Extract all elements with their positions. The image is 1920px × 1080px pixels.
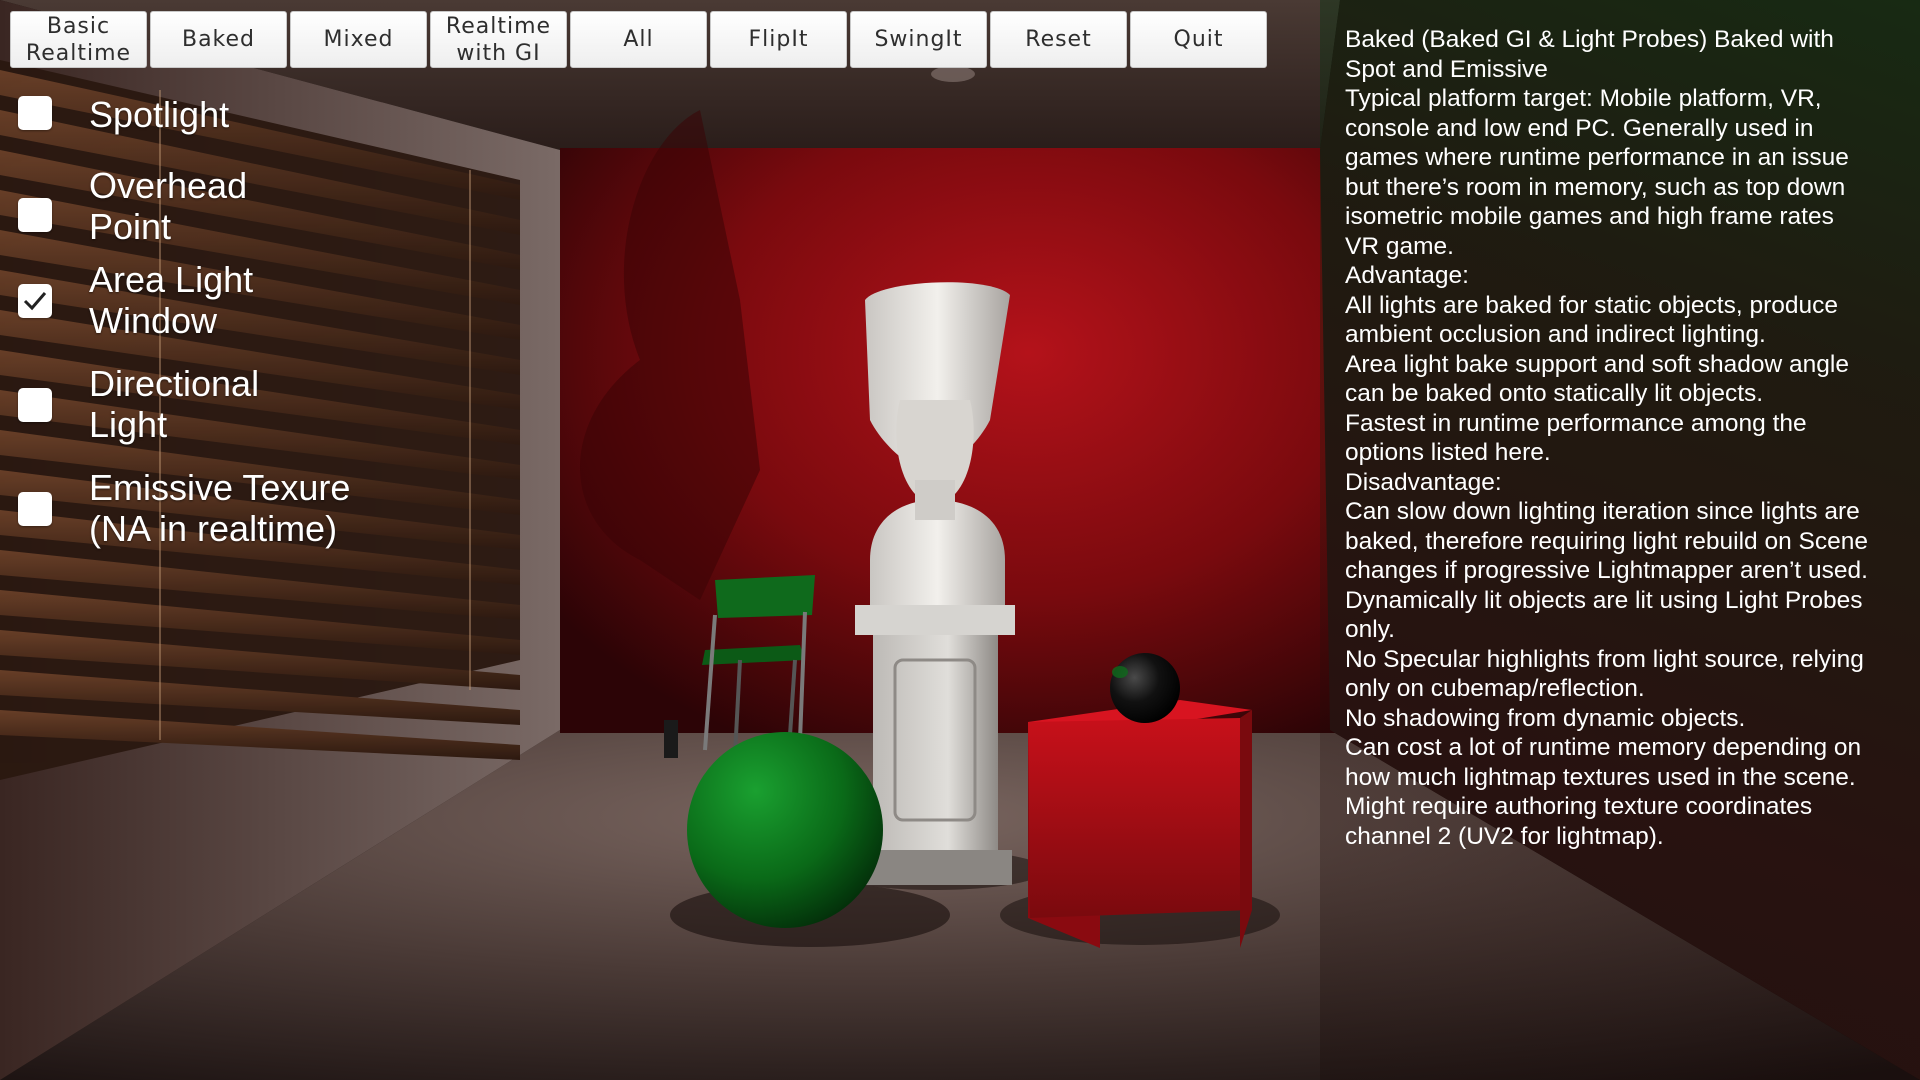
description-line: Advantage: [1345, 262, 1469, 289]
description-line: ambient occlusion and indirect lighting. [1345, 321, 1766, 348]
description-line: Disadvantage: [1345, 468, 1502, 496]
toggle-directional-light[interactable]: Directional Light [18, 363, 378, 445]
area-light-window-checkbox[interactable] [18, 284, 52, 318]
description-line: Might require authoring texture coordina… [1345, 793, 1813, 820]
overhead-point-checkbox[interactable] [18, 198, 52, 232]
mixed-button[interactable]: Mixed [290, 11, 427, 68]
description-line: Fastest in runtime performance among the [1345, 409, 1807, 437]
spotlight-label: Spotlight [89, 94, 230, 135]
baked-button[interactable]: Baked [150, 11, 287, 68]
description-line: Typical platform target: Mobile platform… [1345, 85, 1822, 112]
description-line: VR game. [1345, 232, 1454, 260]
lighting-description: Baked (Baked GI & Light Probes) Baked wi… [1345, 25, 1910, 851]
description-line: Spot and Emissive [1345, 55, 1548, 83]
description-line: All lights are baked for static objects,… [1345, 291, 1838, 319]
area-light-window-label: Area Light Window [89, 259, 254, 341]
red-cube [1028, 700, 1252, 948]
description-line: Area light bake support and soft shadow … [1345, 350, 1849, 378]
lighting-mode-toolbar: Basic Realtime Baked Mixed Realtime with… [10, 11, 1267, 68]
basic-realtime-button[interactable]: Basic Realtime [10, 11, 147, 68]
description-line: Can cost a lot of runtime memory dependi… [1345, 734, 1862, 761]
description-line: how much lightmap textures used in the s… [1345, 763, 1856, 791]
emissive-texture-checkbox[interactable] [18, 492, 52, 526]
toggle-overhead-point[interactable]: Overhead Point [18, 165, 378, 247]
description-line: Dynamically lit objects are lit using Li… [1345, 586, 1863, 614]
emissive-texture-label: Emissive Texure (NA in realtime) [89, 467, 351, 549]
ceiling-lamp [931, 66, 975, 82]
description-line: only. [1345, 616, 1395, 643]
description-line: baked, therefore requiring light rebuild… [1345, 527, 1869, 555]
overhead-point-label: Overhead Point [89, 165, 248, 247]
description-line: isometric mobile games and high frame ra… [1345, 203, 1834, 230]
green-sphere [687, 732, 883, 928]
description-line: console and low end PC. Generally used i… [1345, 114, 1814, 142]
description-line: No shadowing from dynamic objects. [1345, 704, 1746, 732]
toggle-spotlight[interactable]: Spotlight [18, 94, 378, 135]
description-line: options listed here. [1345, 439, 1551, 466]
description-line: changes if progressive Lightmapper aren’… [1345, 557, 1868, 584]
game-viewport: Baked (Baked GI & Light Probes) Baked wi… [0, 0, 1920, 1080]
all-button[interactable]: All [570, 11, 707, 68]
bottle [664, 720, 678, 758]
description-line: Can slow down lighting iteration since l… [1345, 498, 1860, 525]
quit-button[interactable]: Quit [1130, 11, 1267, 68]
description-line: Baked (Baked GI & Light Probes) Baked wi… [1345, 26, 1834, 53]
description-line: No Specular highlights from light source… [1345, 645, 1864, 673]
flipit-button[interactable]: FlipIt [710, 11, 847, 68]
black-ball [1110, 653, 1180, 723]
spotlight-checkbox[interactable] [18, 96, 52, 130]
description-line: only on cubemap/reflection. [1345, 675, 1645, 702]
checkmark-icon [23, 292, 47, 311]
directional-light-checkbox[interactable] [18, 388, 52, 422]
description-line: can be baked onto statically lit objects… [1345, 380, 1764, 407]
description-line: games where runtime performance in an is… [1345, 144, 1849, 171]
description-line: channel 2 (UV2 for lightmap). [1345, 822, 1664, 850]
swingit-button[interactable]: SwingIt [850, 11, 987, 68]
directional-light-label: Directional Light [89, 363, 260, 445]
description-line: but there’s room in memory, such as top … [1345, 173, 1846, 201]
toggle-area-light-window[interactable]: Area Light Window [18, 259, 378, 341]
realtime-with-gi-button[interactable]: Realtime with GI [430, 11, 567, 68]
toggle-emissive-texture[interactable]: Emissive Texure (NA in realtime) [18, 467, 378, 549]
reset-button[interactable]: Reset [990, 11, 1127, 68]
